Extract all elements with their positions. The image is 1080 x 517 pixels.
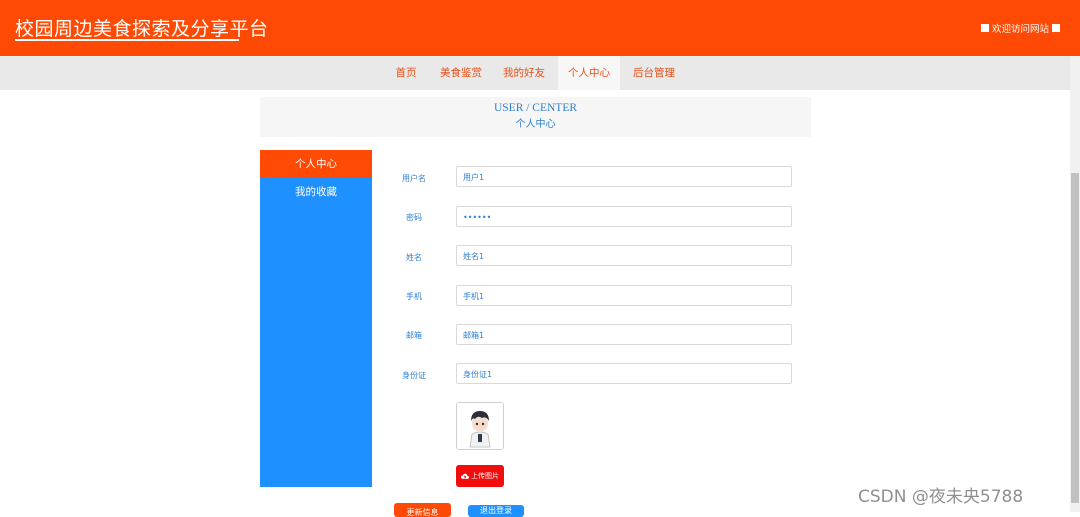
sidebar-item-user-center[interactable]: 个人中心: [260, 150, 372, 178]
logout-button[interactable]: 退出登录: [468, 505, 524, 517]
password-field[interactable]: ••••••: [456, 206, 792, 227]
avatar: [456, 402, 504, 450]
nav-item-food-review[interactable]: 美食鉴赏: [436, 56, 486, 90]
upload-label: 上传图片: [471, 472, 499, 480]
phone-label: 手机: [406, 292, 422, 301]
cloud-upload-icon: [461, 473, 469, 479]
avatar-image: [457, 403, 503, 449]
banner-title-en: USER / CENTER: [493, 102, 578, 114]
nav-item-user-center[interactable]: 个人中心: [558, 56, 620, 90]
top-header: 校园周边美食探索及分享平台 欢迎访问网站: [0, 0, 1080, 56]
scrollbar-thumb[interactable]: [1071, 173, 1079, 503]
password-label: 密码: [406, 213, 422, 222]
sidebar-item-favorites[interactable]: 我的收藏: [260, 178, 372, 206]
square-icon: [980, 24, 989, 32]
nav-item-home[interactable]: 首页: [385, 56, 427, 90]
welcome-banner: 欢迎访问网站: [980, 21, 1060, 35]
name-field[interactable]: 姓名1: [456, 245, 792, 266]
upload-image-button[interactable]: 上传图片: [456, 465, 504, 487]
main-nav: 首页 美食鉴赏 我的好友 个人中心 后台管理: [0, 56, 1070, 90]
nav-item-admin[interactable]: 后台管理: [628, 56, 680, 90]
title-underline: [15, 39, 239, 41]
email-label: 邮箱: [406, 331, 422, 340]
nav-item-friends[interactable]: 我的好友: [498, 56, 550, 90]
section-banner: USER / CENTER 个人中心: [260, 97, 811, 137]
square-icon: [1052, 24, 1060, 32]
watermark: CSDN @夜未央5788: [858, 487, 1024, 507]
phone-field[interactable]: 手机1: [456, 285, 792, 306]
welcome-text: 欢迎访问网站: [991, 24, 1049, 35]
username-label: 用户名: [402, 174, 426, 183]
id-card-field[interactable]: 身份证1: [456, 363, 792, 384]
site-title[interactable]: 校园周边美食探索及分享平台: [15, 14, 269, 41]
email-field[interactable]: 邮箱1: [456, 324, 792, 345]
save-button[interactable]: 更新信息: [394, 503, 451, 517]
username-field[interactable]: 用户1: [456, 166, 792, 187]
page-scrollbar[interactable]: [1070, 56, 1080, 512]
sidebar: 个人中心 我的收藏: [260, 150, 372, 487]
name-label: 姓名: [406, 253, 422, 262]
id-card-label: 身份证: [402, 371, 426, 380]
banner-title-zh: 个人中心: [515, 119, 556, 130]
